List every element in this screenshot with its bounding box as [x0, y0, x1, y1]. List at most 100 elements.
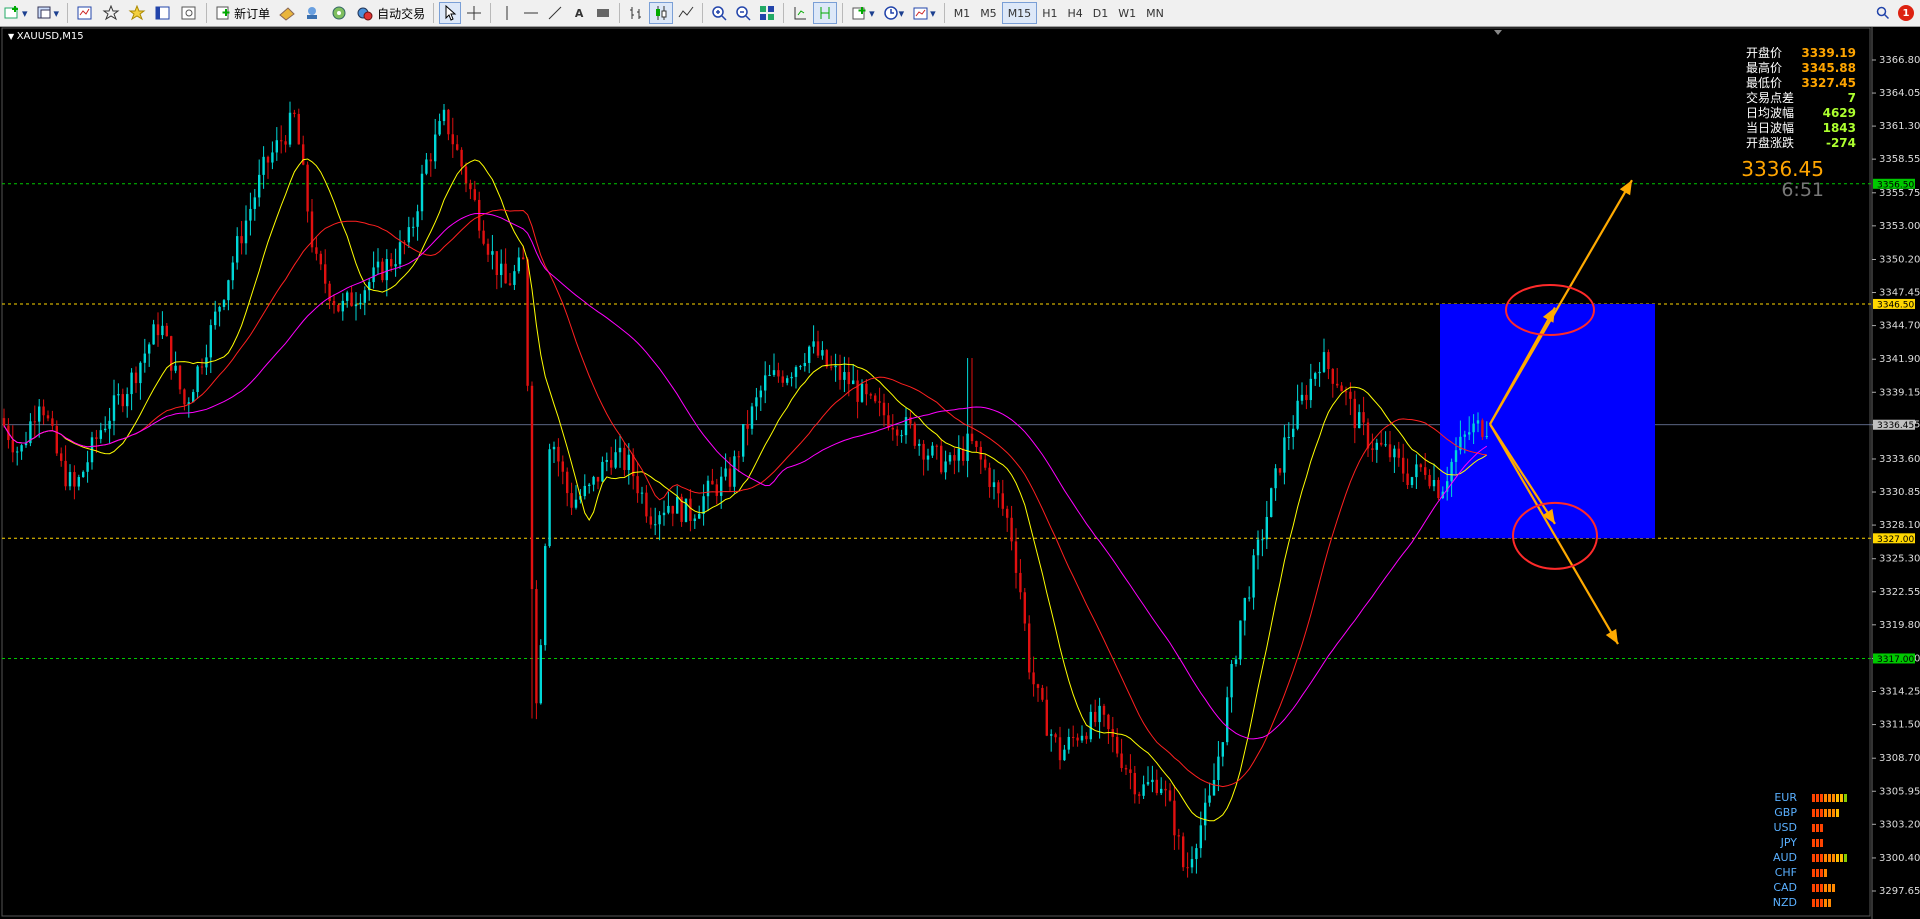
periods-icon[interactable]: ▾: [880, 2, 908, 24]
zoom-out-icon[interactable]: [732, 2, 754, 24]
candle-body: [174, 365, 177, 371]
candle-body: [684, 498, 688, 522]
candle-body: [1142, 784, 1145, 796]
candle-body: [1362, 412, 1365, 423]
market-watch-icon[interactable]: [73, 2, 97, 24]
candle-body: [601, 461, 604, 482]
candlestick-icon[interactable]: [649, 2, 674, 24]
data-window-icon[interactable]: [99, 2, 123, 24]
candle-body: [574, 499, 578, 508]
chart-shift-icon[interactable]: [789, 2, 811, 24]
candle-body: [42, 406, 45, 416]
horizontal-line-icon[interactable]: [520, 2, 542, 24]
candle-body: [1472, 423, 1475, 433]
tile-windows-icon[interactable]: [756, 2, 778, 24]
line-chart-icon[interactable]: [675, 2, 697, 24]
arrow-head: [1619, 180, 1632, 196]
candle-body: [821, 350, 824, 356]
candle-body: [1424, 467, 1427, 475]
candle-body: [640, 492, 644, 494]
candle-body: [825, 350, 828, 367]
search-icon[interactable]: [1876, 6, 1890, 20]
strategy-tester-icon[interactable]: [177, 2, 201, 24]
candle-body: [1353, 398, 1356, 429]
new-order-icon: [216, 6, 230, 20]
timeframe-w1[interactable]: W1: [1113, 3, 1141, 23]
candle-body: [288, 112, 292, 145]
signals-icon[interactable]: [301, 2, 325, 24]
candle-body: [1080, 735, 1084, 741]
timeframe-m1[interactable]: M1: [949, 3, 976, 23]
candle-body: [557, 446, 560, 462]
candle-body: [275, 140, 278, 153]
auto-scroll-icon[interactable]: [813, 2, 838, 24]
candle-body: [390, 259, 393, 267]
candle-body: [376, 261, 380, 268]
candle-body: [64, 460, 67, 487]
templates-icon[interactable]: ▾: [909, 2, 939, 24]
candle-body: [918, 443, 921, 446]
candle-body: [161, 325, 164, 336]
terminal-icon[interactable]: [151, 2, 175, 24]
timeframe-mn[interactable]: MN: [1141, 3, 1169, 23]
candle-body: [1182, 836, 1185, 868]
candle-body: [152, 324, 155, 345]
candle-body: [126, 394, 129, 407]
trend-line-icon[interactable]: [544, 2, 566, 24]
timeframe-m15[interactable]: M15: [1001, 2, 1038, 24]
candle-body: [227, 280, 230, 301]
bar-chart-icon[interactable]: [625, 2, 647, 24]
profiles-icon[interactable]: ▾: [33, 2, 63, 24]
indicators-icon[interactable]: ▾: [848, 2, 878, 24]
new-chart-icon[interactable]: ▾: [1, 2, 31, 24]
timeframe-h1[interactable]: H1: [1037, 3, 1062, 23]
candle-body: [711, 480, 714, 485]
metaeditor-icon[interactable]: [275, 2, 299, 24]
candle-body: [451, 134, 454, 145]
candle-body: [306, 164, 309, 212]
notification-badge[interactable]: 1: [1898, 5, 1914, 21]
candle-body: [214, 311, 217, 326]
candle-body: [887, 415, 890, 428]
crosshair-icon[interactable]: [463, 2, 485, 24]
auto-trading-button[interactable]: 自动交易: [353, 2, 428, 24]
text-tool-icon[interactable]: A: [568, 2, 590, 24]
candle-body: [1415, 464, 1418, 478]
timeframe-d1[interactable]: D1: [1088, 3, 1113, 23]
candle-body: [755, 397, 758, 407]
candle-body: [803, 362, 806, 367]
candle-body: [812, 341, 815, 347]
candle-body: [1296, 400, 1299, 429]
market-icon[interactable]: [327, 2, 351, 24]
level-label: 3327.00: [1877, 535, 1914, 545]
candle-body: [1450, 461, 1453, 482]
candle-body: [794, 367, 798, 377]
candle-body: [596, 476, 600, 482]
candle-body: [772, 370, 776, 375]
candle-body: [1094, 711, 1097, 723]
candle-body: [346, 292, 349, 301]
candle-body: [975, 441, 978, 447]
candle-body: [627, 454, 630, 470]
candle-body: [416, 211, 419, 227]
candle-body: [970, 433, 974, 442]
new-order-button[interactable]: 新订单: [212, 2, 273, 24]
candle-body: [535, 589, 538, 704]
candle-body: [82, 471, 85, 478]
timeframe-h4[interactable]: H4: [1062, 3, 1087, 23]
cursor-icon[interactable]: [439, 2, 462, 24]
candle-body: [1300, 394, 1304, 401]
zoom-in-icon[interactable]: [708, 2, 730, 24]
price-chart[interactable]: 3366.803364.053361.303358.553355.753353.…: [0, 27, 1920, 919]
label-tool-icon[interactable]: [592, 2, 614, 24]
candle-body: [51, 418, 54, 426]
timeframe-m5[interactable]: M5: [975, 3, 1002, 23]
navigator-icon[interactable]: [125, 2, 149, 24]
candle-body: [16, 451, 19, 453]
price-axis-label: 3344.70: [1879, 321, 1920, 332]
vertical-line-icon[interactable]: [496, 2, 518, 24]
candle-body: [746, 424, 749, 429]
candle-body: [654, 524, 657, 526]
candle-body: [830, 366, 833, 368]
auto-trading-label: 自动交易: [377, 6, 426, 21]
